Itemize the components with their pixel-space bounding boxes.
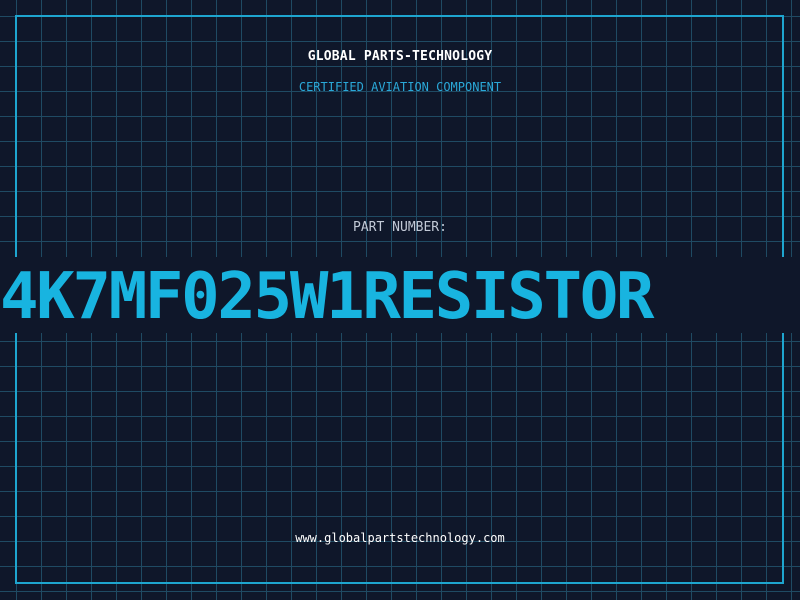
website-url[interactable]: www.globalpartstechnology.com	[0, 531, 800, 545]
part-number-value: 4K7MF025W1RESISTOR	[0, 260, 654, 333]
company-name: GLOBAL PARTS-TECHNOLOGY	[307, 49, 493, 64]
certificate-card: GLOBAL PARTS-TECHNOLOGY CERTIFIED AVIATI…	[0, 0, 800, 600]
part-number-band: 4K7MF025W1RESISTOR	[0, 257, 800, 333]
certification-subtitle: CERTIFIED AVIATION COMPONENT	[298, 80, 502, 94]
part-number-label: PART NUMBER:	[353, 220, 447, 235]
